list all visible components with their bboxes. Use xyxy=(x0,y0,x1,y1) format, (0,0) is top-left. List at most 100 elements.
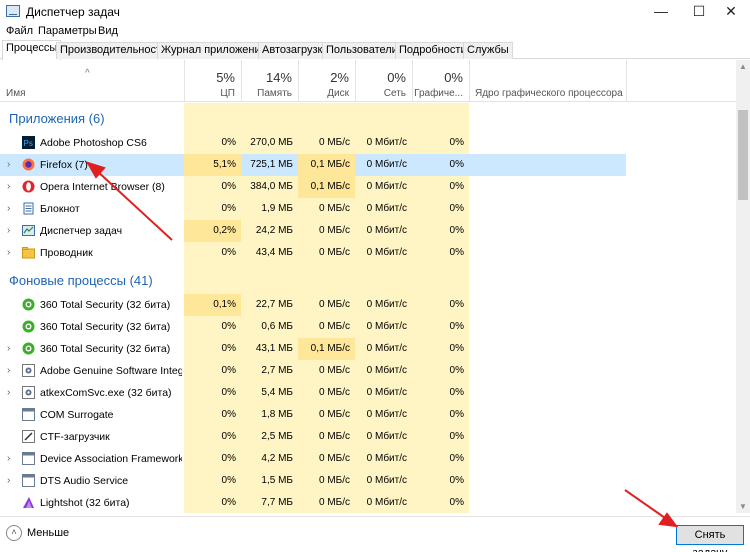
process-name: COM Surrogate xyxy=(40,409,114,421)
header-gpu[interactable]: 0% Графиче... xyxy=(412,60,469,102)
expand-chevron-icon[interactable]: › xyxy=(7,338,10,360)
memory-value: 1,9 МБ xyxy=(261,203,293,214)
process-name: Firefox (7) xyxy=(40,159,88,171)
background-process-row[interactable]: Lightshot (32 бита) 0% 7,7 МБ 0 МБ/с 0 Мбит/… xyxy=(0,492,736,513)
header-memory[interactable]: 14% Память xyxy=(241,60,298,102)
expand-chevron-icon[interactable]: › xyxy=(7,220,10,242)
header-cpu[interactable]: 5% ЦП xyxy=(184,60,241,102)
cpu-value: 0% xyxy=(221,453,236,464)
network-value: 0 Мбит/с xyxy=(366,453,407,464)
disk-value: 0,1 МБ/с xyxy=(298,338,355,360)
opera-icon xyxy=(22,180,35,193)
menu-view[interactable]: Вид xyxy=(98,25,118,37)
memory-value: 1,8 МБ xyxy=(261,409,293,420)
header-disk[interactable]: 2% Диск xyxy=(298,60,355,102)
network-value: 0 Мбит/с xyxy=(366,387,407,398)
gpu-value: 0% xyxy=(449,225,464,236)
expand-chevron-icon[interactable]: › xyxy=(7,242,10,264)
tab-services[interactable]: Службы xyxy=(463,42,513,59)
scroll-down-icon[interactable]: ▼ xyxy=(739,502,747,511)
expand-chevron-icon[interactable]: › xyxy=(7,154,10,176)
tab-bar: Процессы Производительность Журнал прило… xyxy=(0,40,750,60)
header-memory-label: Память xyxy=(257,88,292,99)
scrollbar-thumb[interactable] xyxy=(738,110,748,200)
sort-arrow-icon: ^ xyxy=(85,68,90,79)
app-row[interactable]: › Проводник 0% 43,4 МБ 0 МБ/с 0 Мбит/с 0% xyxy=(0,242,736,264)
expand-chevron-icon[interactable]: › xyxy=(7,198,10,220)
app-window-icon xyxy=(22,452,35,465)
background-process-row[interactable]: › DTS Audio Service 0% 1,5 МБ 0 МБ/с 0 Мбит/с… xyxy=(0,470,736,492)
app-row[interactable]: › Firefox (7) 5,1% 725,1 МБ 0,1 МБ/с 0 Мбит/с… xyxy=(0,154,736,176)
gpu-value: 0% xyxy=(449,203,464,214)
expand-chevron-icon[interactable]: › xyxy=(7,176,10,198)
close-button[interactable]: ✕ xyxy=(712,0,750,24)
app-window-icon xyxy=(22,408,35,421)
cpu-value: 0,2% xyxy=(184,220,241,242)
gpu-value: 0% xyxy=(449,453,464,464)
expand-chevron-icon[interactable]: › xyxy=(7,448,10,470)
memory-value: 43,4 МБ xyxy=(255,247,293,258)
tab-details[interactable]: Подробности xyxy=(395,42,471,59)
process-name: Device Association Framework ... xyxy=(40,453,182,465)
tab-users[interactable]: Пользователи xyxy=(322,42,402,59)
fewer-details-link[interactable]: Меньше xyxy=(27,527,69,539)
menu-options[interactable]: Параметры xyxy=(38,25,97,37)
app-row[interactable]: › Диспетчер задач 0,2% 24,2 МБ 0 МБ/с 0 Мбит/… xyxy=(0,220,736,242)
collapse-icon[interactable]: ˄ xyxy=(6,525,22,541)
group-header-apps[interactable]: Приложения (6) xyxy=(0,108,736,130)
header-network[interactable]: 0% Сеть xyxy=(355,60,412,102)
background-process-row[interactable]: 360 Total Security (32 бита) 0,1% 22,7 МБ 0… xyxy=(0,294,736,316)
disk-value: 0 МБ/с xyxy=(318,365,350,376)
explorer-icon xyxy=(22,246,35,259)
cpu-value: 0% xyxy=(221,365,236,376)
memory-value: 1,5 МБ xyxy=(261,475,293,486)
task-manager-icon xyxy=(6,5,20,17)
cpu-value: 0% xyxy=(221,431,236,442)
group-title-background: Фоновые процессы (41) xyxy=(9,273,153,288)
app-row[interactable]: Ps Adobe Photoshop CS6 0% 270,0 МБ 0 МБ/с 0 М… xyxy=(0,132,736,154)
memory-value: 725,1 МБ xyxy=(250,159,293,170)
disk-value: 0 МБ/с xyxy=(318,453,350,464)
360-security-icon xyxy=(22,298,35,311)
background-process-row[interactable]: › atkexComSvc.exe (32 бита) 0% 5,4 МБ 0 МБ/с… xyxy=(0,382,736,404)
expand-chevron-icon[interactable]: › xyxy=(7,360,10,382)
tab-app-history[interactable]: Журнал приложений xyxy=(157,42,271,59)
memory-value: 5,4 МБ xyxy=(261,387,293,398)
cpu-value: 0% xyxy=(221,181,236,192)
expand-chevron-icon[interactable]: › xyxy=(7,382,10,404)
footer: ˄ Меньше Снять задачу xyxy=(0,516,750,552)
header-name[interactable]: ^ Имя xyxy=(0,60,184,102)
cpu-value: 0% xyxy=(221,497,236,508)
gpu-value: 0% xyxy=(449,409,464,420)
process-name: 360 Total Security (32 бита) xyxy=(40,321,171,333)
disk-value: 0 МБ/с xyxy=(318,497,350,508)
background-process-row[interactable]: › Device Association Framework ... 0% 4,2 М… xyxy=(0,448,736,470)
scroll-up-icon[interactable]: ▲ xyxy=(739,62,747,71)
network-value: 0 Мбит/с xyxy=(366,365,407,376)
menu-file[interactable]: Файл xyxy=(6,25,33,37)
cpu-value: 0% xyxy=(221,137,236,148)
group-header-background[interactable]: Фоновые процессы (41) xyxy=(0,270,736,292)
background-process-row[interactable]: COM Surrogate 0% 1,8 МБ 0 МБ/с 0 Мбит/с 0% xyxy=(0,404,736,426)
tab-processes[interactable]: Процессы xyxy=(2,40,62,60)
disk-value: 0 МБ/с xyxy=(318,409,350,420)
app-row[interactable]: › Блокнот 0% 1,9 МБ 0 МБ/с 0 Мбит/с 0% xyxy=(0,198,736,220)
vertical-scrollbar[interactable]: ▲ ▼ xyxy=(736,60,750,513)
tab-performance[interactable]: Производительность xyxy=(56,42,171,59)
end-task-button[interactable]: Снять задачу xyxy=(676,525,744,552)
disk-value: 0 МБ/с xyxy=(318,203,350,214)
header-gpu-engine[interactable]: Ядро графического процессора xyxy=(469,60,626,102)
gpu-value: 0% xyxy=(449,387,464,398)
background-process-row[interactable]: › 360 Total Security (32 бита) 0% 43,1 МБ 0,… xyxy=(0,338,736,360)
background-process-row[interactable]: 360 Total Security (32 бита) 0% 0,6 МБ 0 МБ… xyxy=(0,316,736,338)
background-process-row[interactable]: CTF-загрузчик 0% 2,5 МБ 0 МБ/с 0 Мбит/с 0% xyxy=(0,426,736,448)
app-row[interactable]: › Opera Internet Browser (8) 0% 384,0 МБ 0,1… xyxy=(0,176,736,198)
background-process-row[interactable]: › Adobe Genuine Software Integri... 0% 2,7 … xyxy=(0,360,736,382)
disk-value: 0 МБ/с xyxy=(318,475,350,486)
expand-chevron-icon[interactable]: › xyxy=(7,470,10,492)
process-name: Проводник xyxy=(40,247,93,259)
process-name: Lightshot (32 бита) xyxy=(40,497,130,509)
gpu-value: 0% xyxy=(449,343,464,354)
minimize-button[interactable]: — xyxy=(642,0,680,24)
process-list: Приложения (6) Ps Adobe Photoshop CS6 0% 27… xyxy=(0,103,736,513)
